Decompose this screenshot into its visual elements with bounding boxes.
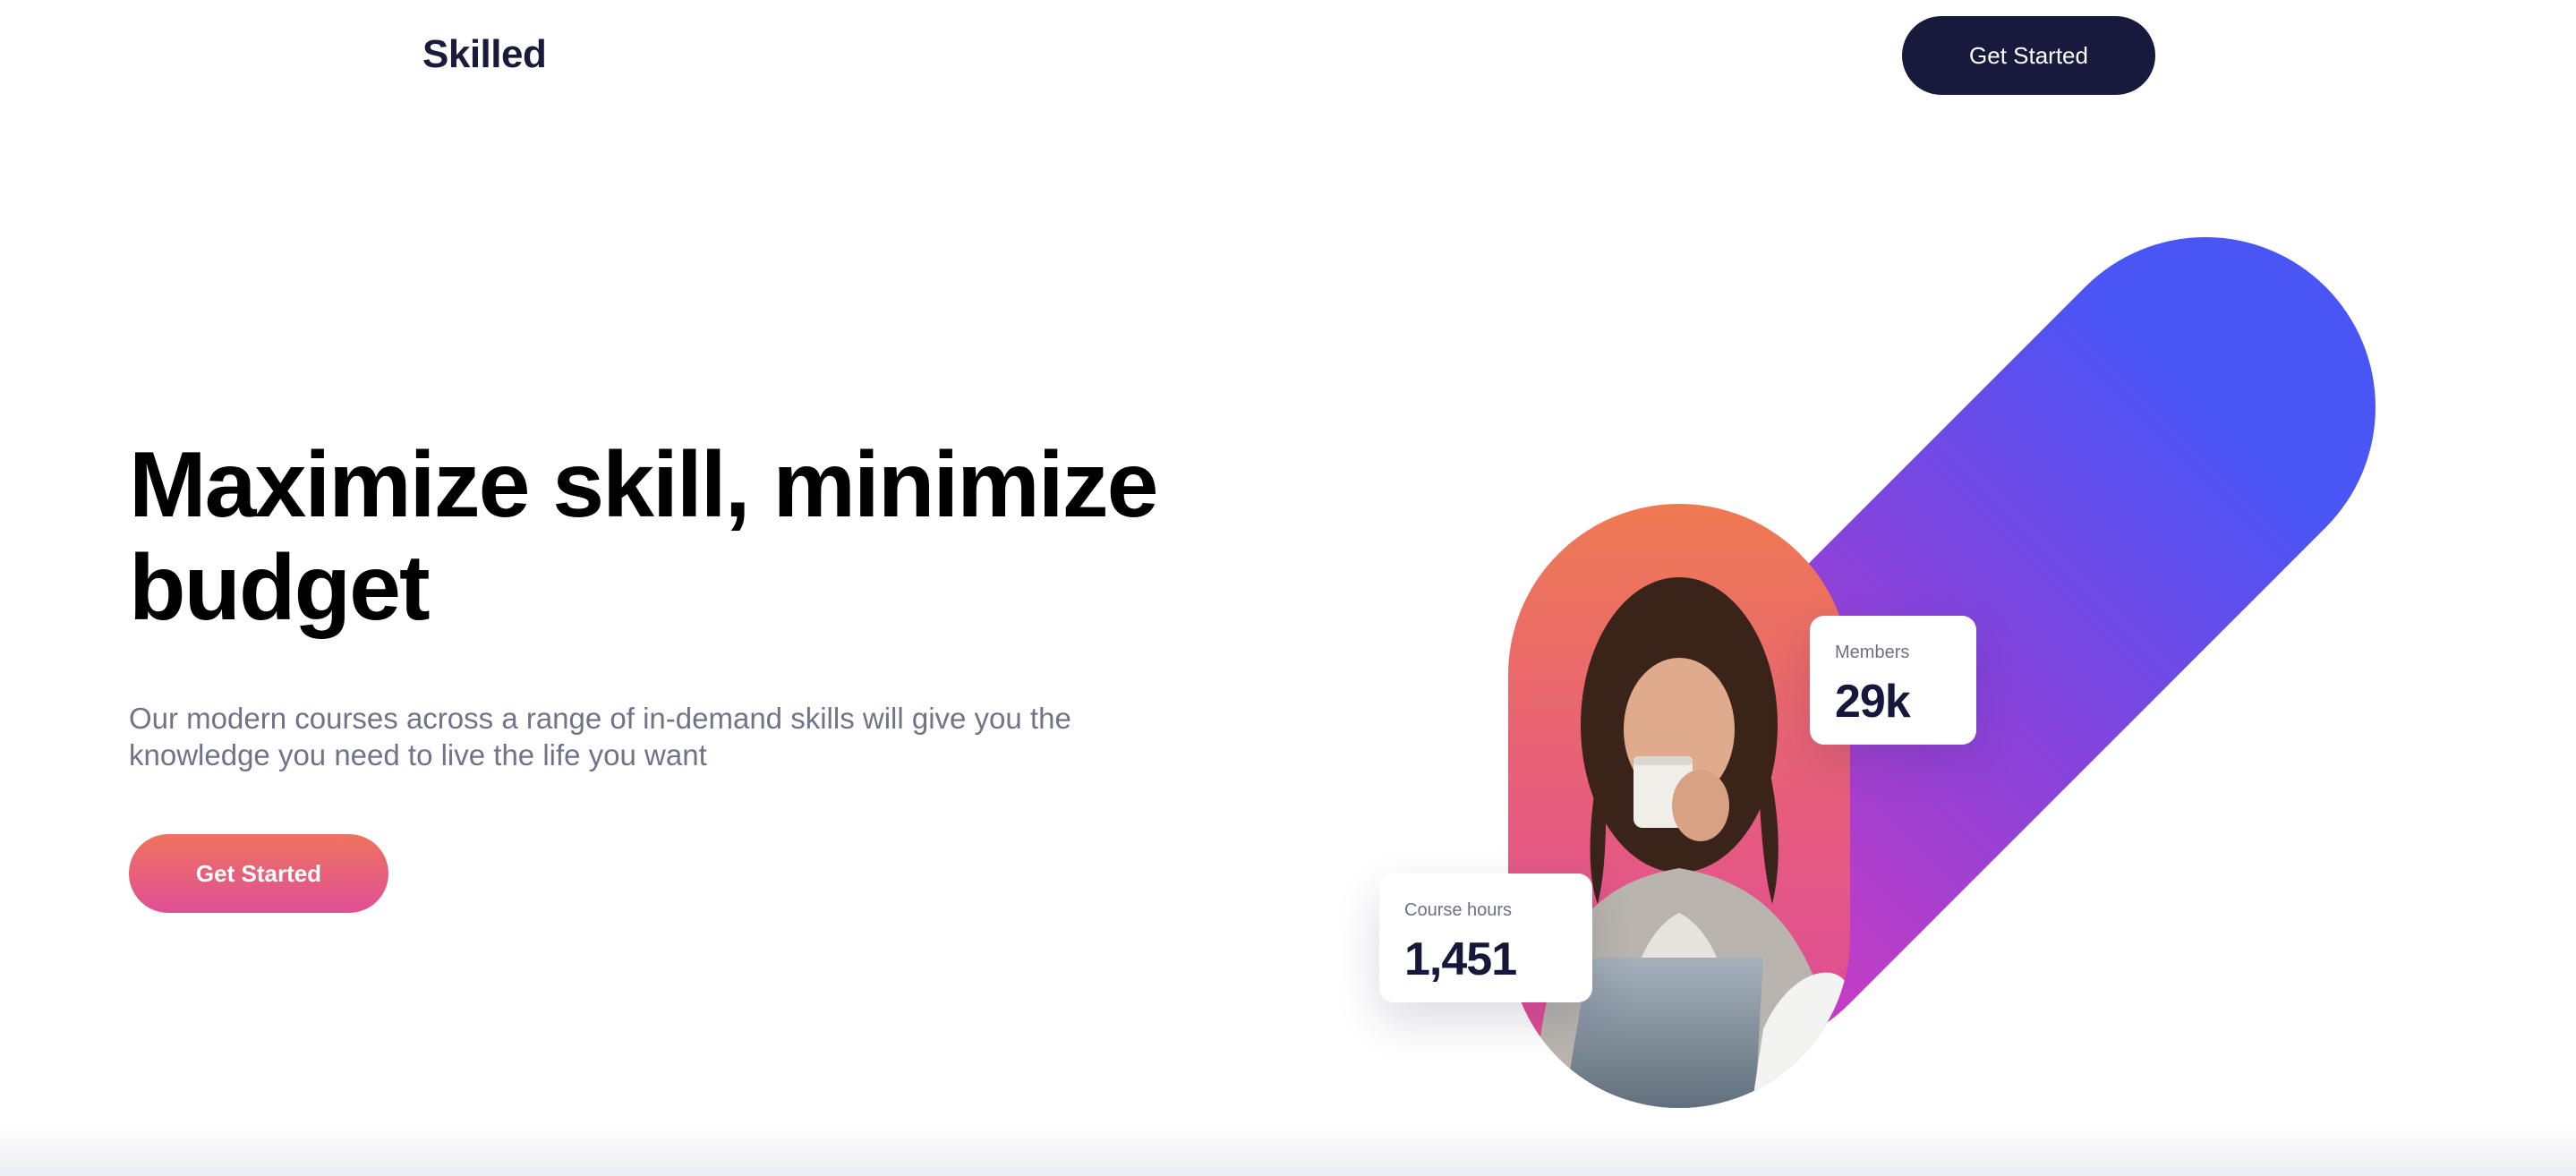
hero-subtitle: Our modern courses across a range of in-…	[129, 702, 1071, 771]
members-stat-card: Members 29k	[1810, 616, 1976, 745]
hero-title: Maximize skill, minimize budget	[129, 433, 1158, 640]
next-section-edge	[0, 1122, 2576, 1176]
members-label: Members	[1835, 643, 1910, 662]
course-hours-value: 1,451	[1404, 933, 1517, 985]
members-value: 29k	[1835, 676, 1911, 728]
course-hours-stat-card: Course hours 1,451	[1379, 873, 1592, 1002]
course-hours-label: Course hours	[1404, 900, 1513, 920]
student-photo	[1508, 504, 1850, 1108]
landing-page: Skilled Get Started Maximize skill, mini…	[0, 0, 2576, 1176]
logo[interactable]: Skilled	[422, 32, 547, 77]
header-get-started-button[interactable]: Get Started	[1902, 16, 2155, 95]
hero-get-started-button[interactable]: Get Started	[129, 834, 388, 913]
